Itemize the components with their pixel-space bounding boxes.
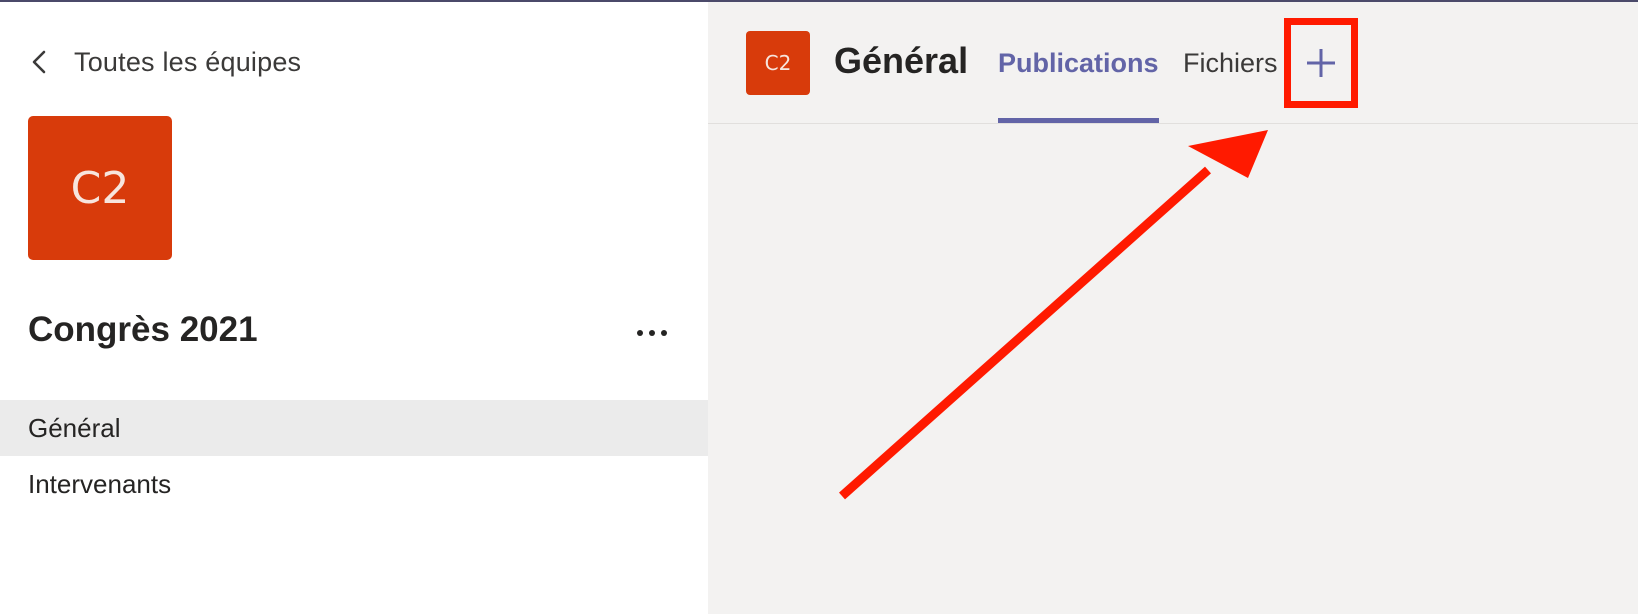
- more-options-icon[interactable]: [630, 318, 674, 348]
- plus-icon: [1307, 49, 1335, 77]
- channel-item-intervenants[interactable]: Intervenants: [0, 456, 708, 512]
- more-dot: [637, 330, 643, 336]
- tab-label: Fichiers: [1183, 48, 1278, 78]
- team-avatar: C2: [28, 116, 172, 260]
- tab-fichiers[interactable]: Fichiers: [1183, 48, 1278, 123]
- add-tab-button[interactable]: [1284, 18, 1358, 108]
- chevron-left-icon: [32, 50, 46, 74]
- more-dot: [661, 330, 667, 336]
- more-dot: [649, 330, 655, 336]
- team-sidebar: Toutes les équipes C2 Congrès 2021 Génér…: [0, 2, 708, 614]
- back-to-all-teams-button[interactable]: Toutes les équipes: [28, 42, 301, 82]
- channel-main-area: C2 Général Publications Fichiers: [708, 2, 1638, 614]
- channel-item-general[interactable]: Général: [0, 400, 708, 456]
- tab-publications[interactable]: Publications: [998, 48, 1159, 123]
- channel-avatar: C2: [746, 31, 810, 95]
- channel-label: Général: [28, 412, 121, 443]
- tab-label: Publications: [998, 48, 1159, 78]
- back-label: Toutes les équipes: [74, 46, 302, 77]
- active-tab-indicator: [998, 118, 1159, 123]
- channel-label: Intervenants: [28, 468, 172, 499]
- channel-title: Général: [834, 40, 969, 81]
- channel-header: C2 Général Publications Fichiers: [708, 2, 1638, 124]
- team-name: Congrès 2021: [28, 310, 258, 349]
